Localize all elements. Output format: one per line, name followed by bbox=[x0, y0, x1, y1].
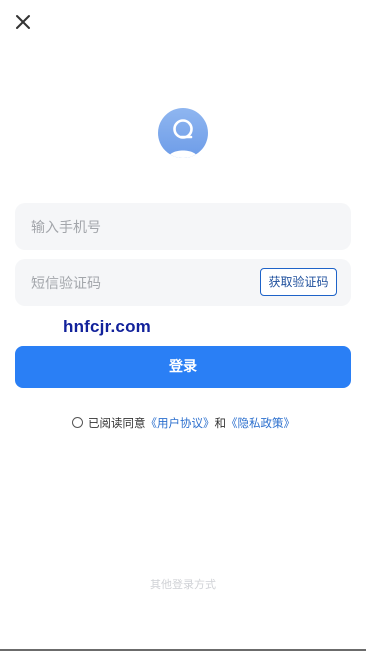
close-icon[interactable] bbox=[12, 11, 34, 33]
phone-field bbox=[15, 203, 351, 252]
login-button[interactable]: 登录 bbox=[15, 346, 351, 388]
get-code-button[interactable]: 获取验证码 bbox=[260, 268, 337, 296]
agreement-and: 和 bbox=[214, 415, 227, 430]
agreement-prefix: 已阅读同意 bbox=[88, 415, 146, 430]
login-screen: 获取验证码 hnfcjr.com 登录 已阅读同意 《用户协议》 和 《隐私政策… bbox=[0, 0, 366, 651]
agreement-radio[interactable] bbox=[72, 417, 83, 428]
agreement-row: 已阅读同意 《用户协议》 和 《隐私政策》 bbox=[72, 414, 295, 431]
user-agreement-link[interactable]: 《用户协议》 bbox=[146, 415, 215, 431]
code-field: 获取验证码 bbox=[15, 259, 351, 308]
watermark-text: hnfcjr.com bbox=[63, 317, 151, 336]
close-button[interactable] bbox=[12, 11, 34, 33]
code-input[interactable] bbox=[29, 259, 263, 308]
other-login-link[interactable]: 其他登录方式 bbox=[0, 576, 366, 592]
avatar bbox=[158, 108, 208, 158]
user-avatar-icon bbox=[168, 119, 198, 158]
privacy-policy-link[interactable]: 《隐私政策》 bbox=[226, 415, 295, 431]
phone-input[interactable] bbox=[29, 203, 263, 252]
